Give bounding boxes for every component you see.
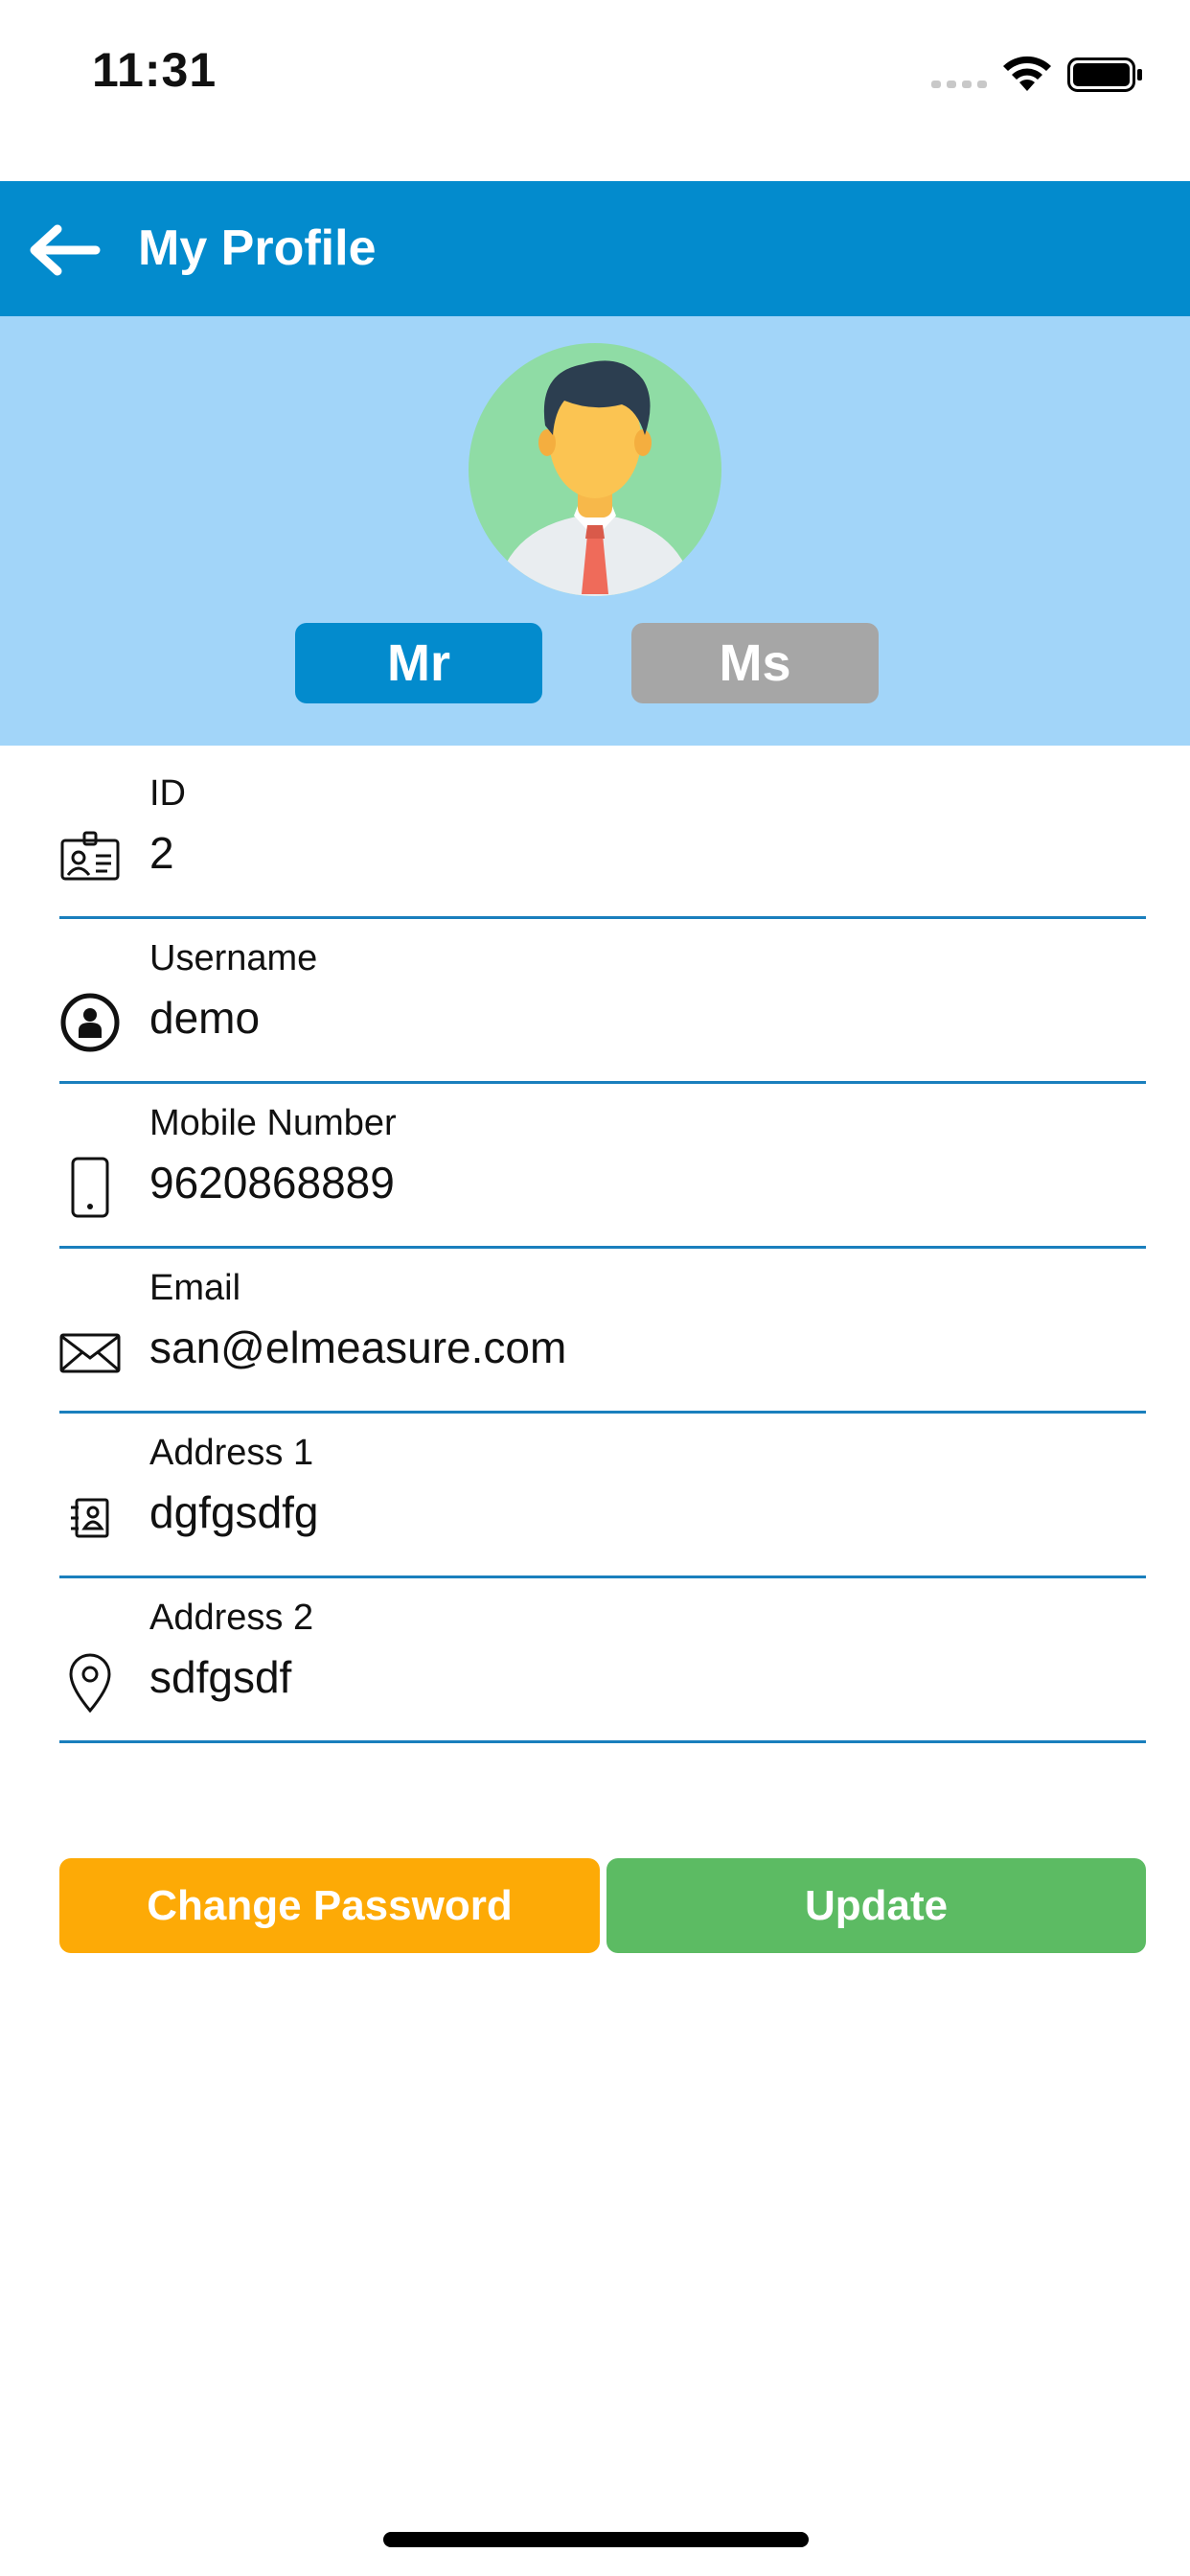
map-pin-icon — [69, 1653, 111, 1713]
home-indicator[interactable] — [383, 2532, 809, 2547]
wifi-icon — [1003, 56, 1051, 91]
back-button[interactable] — [25, 221, 102, 279]
mobile-phone-icon — [71, 1157, 109, 1218]
username-label: Username — [149, 938, 318, 978]
address2-label: Address 2 — [149, 1598, 314, 1638]
avatar[interactable] — [469, 343, 721, 596]
status-bar: 11:31 — [0, 0, 1190, 144]
app-header: My Profile — [0, 181, 1190, 316]
change-password-button[interactable]: Change Password — [59, 1858, 600, 1953]
address-book-icon — [71, 1498, 109, 1538]
battery-icon — [1067, 58, 1142, 92]
title-mr-button[interactable]: Mr — [295, 623, 542, 703]
cellular-signal-icon — [931, 80, 987, 88]
id-value[interactable]: 2 — [149, 827, 174, 879]
email-label: Email — [149, 1268, 241, 1308]
address2-value[interactable]: sdfgsdf — [149, 1651, 291, 1703]
title-ms-button[interactable]: Ms — [631, 623, 879, 703]
address2-field[interactable]: Address 2 sdfgsdf — [59, 1578, 1146, 1743]
page-title: My Profile — [138, 220, 377, 276]
email-field[interactable]: Email san@elmeasure.com — [59, 1249, 1146, 1414]
profile-banner: Mr Ms — [0, 316, 1190, 746]
mobile-field[interactable]: Mobile Number 9620868889 — [59, 1084, 1146, 1249]
address1-field[interactable]: Address 1 dgfgsdfg — [59, 1414, 1146, 1578]
mobile-value[interactable]: 9620868889 — [149, 1157, 395, 1208]
arrow-left-icon — [30, 224, 101, 276]
id-field[interactable]: ID 2 — [59, 754, 1146, 919]
username-field[interactable]: Username demo — [59, 919, 1146, 1084]
field-underline — [59, 1740, 1146, 1743]
id-label: ID — [149, 773, 186, 814]
address1-value[interactable]: dgfgsdfg — [149, 1486, 318, 1538]
email-value[interactable]: san@elmeasure.com — [149, 1322, 566, 1373]
envelope-icon — [59, 1333, 121, 1373]
mobile-label: Mobile Number — [149, 1103, 397, 1143]
id-card-icon — [60, 831, 120, 881]
address1-label: Address 1 — [149, 1433, 314, 1473]
update-button[interactable]: Update — [606, 1858, 1146, 1953]
status-time: 11:31 — [92, 43, 217, 97]
username-value[interactable]: demo — [149, 992, 260, 1044]
user-circle-icon — [60, 993, 120, 1052]
